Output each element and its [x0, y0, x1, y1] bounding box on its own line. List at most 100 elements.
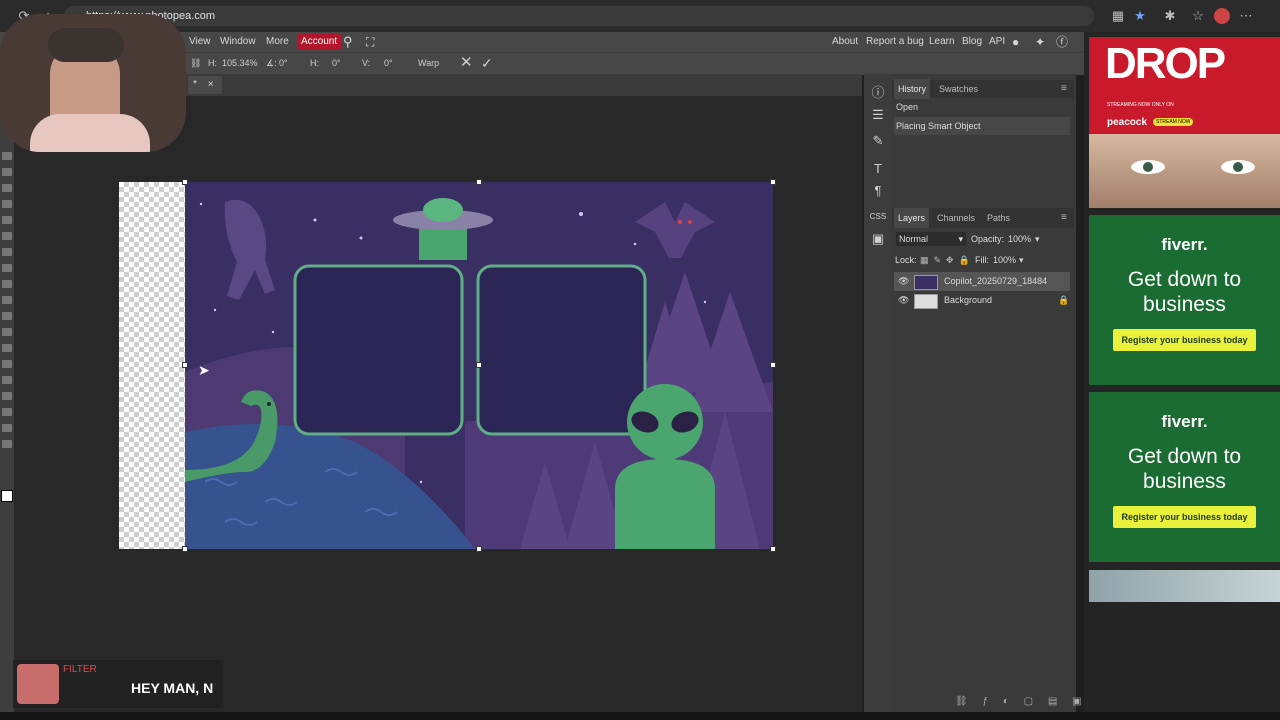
- path-select-tool-icon[interactable]: [2, 392, 12, 400]
- star-icon[interactable]: ★: [1132, 8, 1148, 24]
- layer-thumbnail: [914, 294, 938, 309]
- account-button[interactable]: Account: [297, 34, 342, 50]
- reddit-icon[interactable]: ●: [1012, 32, 1019, 52]
- menu-icon[interactable]: ⋯: [1238, 8, 1254, 24]
- image-icon[interactable]: ▣: [869, 230, 887, 248]
- heal-tool-icon[interactable]: [2, 248, 12, 256]
- move-tool-icon[interactable]: [2, 152, 12, 160]
- blur-tool-icon[interactable]: [2, 328, 12, 336]
- filter-label: FILTER: [63, 664, 97, 675]
- tab-swatches[interactable]: Swatches: [939, 79, 978, 99]
- fiverr-ad[interactable]: fiverr. Get down to business Register yo…: [1089, 215, 1280, 385]
- cancel-transform-icon[interactable]: ✕: [460, 55, 473, 71]
- blend-mode-select[interactable]: Normal ▾: [896, 232, 966, 246]
- link-api[interactable]: API: [989, 32, 1005, 52]
- angle-field[interactable]: 0°: [279, 55, 288, 71]
- height-field[interactable]: 105.34%: [222, 55, 258, 71]
- history-item[interactable]: Placing Smart Object: [894, 117, 1070, 135]
- menu-window[interactable]: Window: [220, 32, 256, 52]
- fiverr-ad[interactable]: fiverr. Get down to business Register yo…: [1089, 392, 1280, 562]
- profile-icon[interactable]: [1214, 8, 1230, 24]
- type-tool-icon[interactable]: [2, 376, 12, 384]
- twitter-icon[interactable]: ✦: [1035, 32, 1045, 52]
- panel-menu-icon[interactable]: ≡: [1061, 83, 1067, 94]
- eyedropper-tool-icon[interactable]: [2, 232, 12, 240]
- fiverr-headline: Get down to business: [1127, 268, 1242, 316]
- skew-v-field[interactable]: 0°: [384, 55, 393, 71]
- brush-icon[interactable]: ✎: [869, 132, 887, 150]
- stamp-tool-icon[interactable]: [2, 280, 12, 288]
- paragraph-icon[interactable]: ¶: [869, 182, 887, 200]
- fiverr-register-button[interactable]: Register your business today: [1113, 506, 1256, 528]
- address-bar[interactable]: https://www.photopea.com: [64, 6, 1094, 26]
- eye-icon[interactable]: 👁: [898, 291, 909, 310]
- hand-tool-icon[interactable]: [2, 424, 12, 432]
- link-learn[interactable]: Learn: [929, 32, 955, 52]
- menu-view[interactable]: View: [189, 32, 211, 52]
- fill-tool-icon[interactable]: [2, 312, 12, 320]
- small-ad[interactable]: [1089, 570, 1280, 602]
- skew-h-field[interactable]: 0°: [332, 55, 341, 71]
- text-icon[interactable]: T: [869, 160, 887, 178]
- zoom-tool-icon[interactable]: [2, 440, 12, 448]
- eye-icon[interactable]: 👁: [898, 272, 909, 291]
- layer-name: Copilot_20250729_18484: [944, 276, 1048, 286]
- wand-tool-icon[interactable]: [2, 200, 12, 208]
- commit-transform-icon[interactable]: ✓: [481, 55, 493, 71]
- warp-button[interactable]: Warp: [418, 55, 439, 71]
- facebook-icon[interactable]: ⓕ: [1056, 32, 1068, 52]
- transform-handle-top-right[interactable]: [770, 179, 776, 185]
- lasso-tool-icon[interactable]: [2, 184, 12, 192]
- transform-handle-right[interactable]: [770, 362, 776, 368]
- sliders-icon[interactable]: ☰: [869, 106, 887, 124]
- dodge-tool-icon[interactable]: [2, 344, 12, 352]
- taskbar: [0, 712, 1280, 720]
- tab-history[interactable]: History: [894, 79, 931, 99]
- document-tab[interactable]: * ×: [188, 76, 222, 94]
- tab-paths[interactable]: Paths: [987, 208, 1010, 228]
- fiverr-register-button[interactable]: Register your business today: [1113, 329, 1256, 351]
- lock-icons[interactable]: ▦✎✥🔒: [920, 255, 975, 266]
- layers-menu-icon[interactable]: ≡: [1061, 212, 1067, 223]
- opacity-field[interactable]: 100%: [1008, 232, 1031, 246]
- extensions-icon[interactable]: ✱: [1162, 8, 1178, 24]
- crop-tool-icon[interactable]: [2, 216, 12, 224]
- transform-handle-bottom-right[interactable]: [770, 546, 776, 552]
- info-icon[interactable]: ⓘ: [869, 84, 887, 102]
- search-icon[interactable]: ⚲: [343, 32, 353, 52]
- shape-tool-icon[interactable]: [2, 408, 12, 416]
- css-icon[interactable]: CSS: [869, 208, 887, 226]
- close-tab-icon[interactable]: ×: [200, 79, 214, 90]
- layer-row[interactable]: 👁 Copilot_20250729_18484: [894, 272, 1070, 291]
- link-about[interactable]: About: [832, 32, 858, 52]
- fill-field[interactable]: 100%: [993, 253, 1016, 267]
- eraser-tool-icon[interactable]: [2, 296, 12, 304]
- transform-handle-left[interactable]: [182, 362, 188, 368]
- brush-tool-icon[interactable]: [2, 264, 12, 272]
- lock-icon: 🔒: [1058, 295, 1070, 305]
- menu-more[interactable]: More: [266, 32, 289, 52]
- tab-channels[interactable]: Channels: [937, 208, 975, 228]
- pen-tool-icon[interactable]: [2, 360, 12, 368]
- opacity-dropdown-icon[interactable]: ▾: [1035, 232, 1040, 246]
- grid-icon[interactable]: ▦: [1110, 8, 1126, 24]
- history-item[interactable]: Open: [894, 98, 1070, 116]
- layer-row[interactable]: 👁 Background 🔒: [894, 291, 1070, 310]
- link-proportions-icon[interactable]: ⛓: [190, 55, 201, 71]
- link-blog[interactable]: Blog: [962, 32, 982, 52]
- fill-dropdown-icon[interactable]: ▾: [1019, 253, 1024, 267]
- transform-handle-top-left[interactable]: [182, 179, 188, 185]
- overlay-message: HEY MAN, N: [131, 680, 214, 696]
- transform-handle-bottom-left[interactable]: [182, 546, 188, 552]
- transform-handle-bottom[interactable]: [476, 546, 482, 552]
- foreground-color-swatch[interactable]: [1, 490, 13, 502]
- transform-handle-top[interactable]: [476, 179, 482, 185]
- favorites-icon[interactable]: ☆: [1190, 8, 1206, 24]
- marquee-tool-icon[interactable]: [2, 168, 12, 176]
- tab-layers[interactable]: Layers: [894, 208, 930, 228]
- drop-ad[interactable]: DROP STREAMING NOW ONLY ON peacock STREA…: [1089, 37, 1280, 134]
- fullscreen-icon[interactable]: ⛶: [366, 32, 374, 52]
- transform-handle-center[interactable]: [476, 362, 482, 368]
- link-report-bug[interactable]: Report a bug: [866, 32, 924, 52]
- drop-ad-brand: peacock: [1107, 117, 1148, 128]
